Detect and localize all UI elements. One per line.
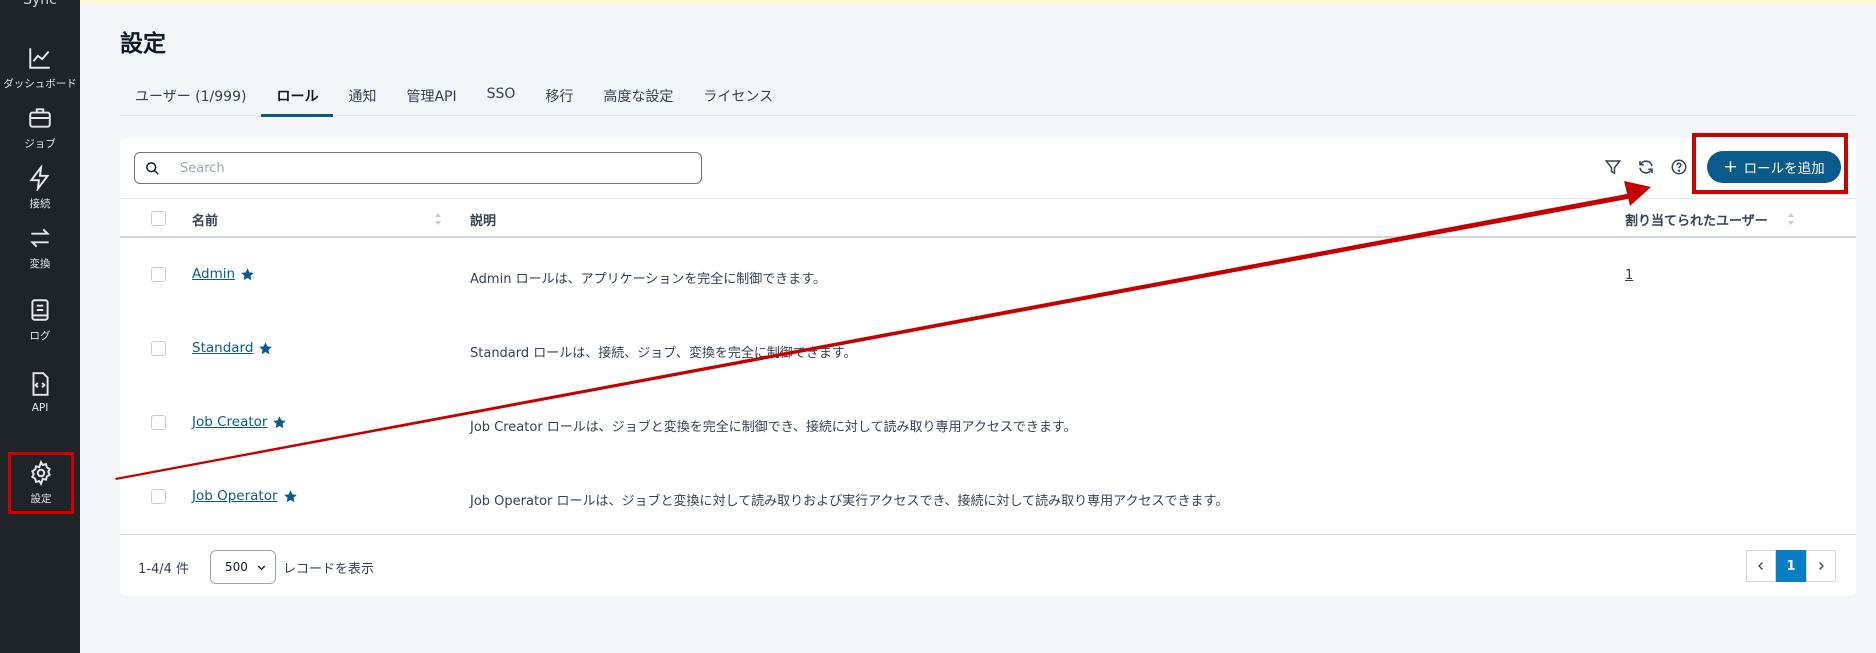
name-cell: Job Operator	[192, 488, 298, 504]
role-name-link[interactable]: Job Operator	[192, 488, 278, 504]
add-role-label: ロールを追加	[1743, 161, 1825, 177]
tab-sso[interactable]: SSO	[472, 82, 531, 116]
table-footer: 1-4/4 件 500 レコードを表示 1	[120, 534, 1856, 596]
chevron-left-icon	[1758, 562, 1763, 570]
sort-icon[interactable]	[1787, 212, 1795, 226]
table-header: 名前 説明 割り当てられたユーザー	[120, 198, 1856, 238]
settings-tabs: ユーザー (1/999) ロール 通知 管理API SSO 移行 高度な設定 ラ…	[120, 82, 1856, 117]
sidebar-item-api[interactable]: API	[0, 360, 80, 424]
sidebar-item-label: ジョブ	[24, 138, 56, 150]
filter-icon[interactable]	[1604, 158, 1622, 176]
row-checkbox[interactable]	[151, 415, 166, 430]
search-icon	[146, 161, 159, 175]
sidebar-item-label: API	[31, 401, 49, 414]
swap-arrows-icon	[30, 228, 50, 248]
prev-page-button[interactable]	[1746, 550, 1776, 582]
sidebar-item-transformations[interactable]: 変換	[0, 216, 80, 280]
column-header-name[interactable]: 名前	[192, 210, 218, 229]
role-name-link[interactable]: Standard	[192, 340, 253, 356]
name-cell: Job Creator	[192, 414, 287, 430]
sidebar-item-label: 接続	[29, 198, 51, 210]
sidebar-item-label: 設定	[30, 493, 52, 505]
role-description: Job Creator ロールは、ジョブと変換を完全に制御でき、接続に対して読み…	[470, 420, 1077, 435]
log-book-icon	[31, 299, 49, 321]
sidebar-item-jobs[interactable]: ジョブ	[0, 96, 80, 160]
row-checkbox[interactable]	[151, 267, 166, 282]
star-icon	[259, 341, 273, 354]
page-size-value: 500	[225, 560, 248, 574]
column-header-assigned-users[interactable]: 割り当てられたユーザー	[1625, 210, 1768, 229]
table-row: Job Creator Job Creator ロールは、ジョブと変換を完全に制…	[120, 386, 1856, 460]
select-all-checkbox[interactable]	[151, 211, 166, 226]
record-range: 1-4/4 件	[138, 562, 190, 577]
row-checkbox[interactable]	[151, 489, 166, 504]
tab-users[interactable]: ユーザー (1/999)	[120, 82, 261, 116]
page-title: 設定	[120, 31, 166, 57]
star-icon	[283, 489, 297, 502]
page-size-select[interactable]: 500	[210, 550, 276, 584]
sidebar-item-connections[interactable]: 接続	[0, 156, 80, 220]
next-page-button[interactable]	[1806, 550, 1836, 582]
column-header-description: 説明	[470, 214, 497, 229]
role-description: Job Operator ロールは、ジョブと変換に対して読み取りおよび実行アクセ…	[470, 494, 1229, 509]
tab-notifications[interactable]: 通知	[333, 82, 391, 116]
chart-line-icon	[29, 48, 50, 69]
page-button-current[interactable]: 1	[1776, 550, 1806, 582]
plus-icon: +	[1723, 156, 1738, 177]
lightning-icon	[29, 165, 50, 191]
name-cell: Standard	[192, 340, 273, 356]
sidebar-item-dashboard[interactable]: ダッシュボード	[0, 36, 80, 100]
add-role-button[interactable]: + ロールを追加	[1707, 151, 1841, 183]
tab-license[interactable]: ライセンス	[688, 82, 788, 116]
gear-icon	[31, 460, 51, 486]
role-description: Admin ロールは、アプリケーションを完全に制御できます。	[470, 272, 827, 287]
sidebar-item-label: ログ	[29, 330, 51, 342]
roles-card: + ロールを追加 名前 説明 割り当てられたユーザー Admin Admin ロ…	[120, 138, 1856, 596]
table-row: Standard Standard ロールは、接続、ジョブ、変換を完全に制御でき…	[120, 312, 1856, 386]
role-name-link[interactable]: Admin	[192, 266, 235, 282]
chevron-down-icon	[257, 565, 266, 571]
chevron-right-icon	[1819, 562, 1824, 570]
brand-name: Sync	[23, 0, 57, 8]
role-description: Standard ロールは、接続、ジョブ、変換を完全に制御できます。	[470, 346, 857, 361]
star-icon	[273, 415, 287, 428]
sidebar-item-logs[interactable]: ログ	[0, 288, 80, 352]
tab-advanced-settings[interactable]: 高度な設定	[588, 82, 688, 116]
tab-roles[interactable]: ロール	[261, 82, 334, 117]
code-file-icon	[32, 371, 49, 396]
role-name-link[interactable]: Job Creator	[192, 414, 267, 430]
briefcase-icon	[29, 108, 51, 128]
row-checkbox[interactable]	[151, 341, 166, 356]
top-banner-strip	[80, 0, 1876, 4]
sort-icon[interactable]	[434, 212, 442, 226]
tab-admin-api[interactable]: 管理API	[391, 82, 471, 116]
sidebar-item-label: 変換	[29, 258, 51, 270]
search-box	[134, 152, 702, 184]
search-input[interactable]	[180, 160, 660, 176]
table-row: Job Operator Job Operator ロールは、ジョブと変換に対し…	[120, 460, 1856, 534]
sidebar-item-label: ダッシュボード	[3, 78, 77, 90]
star-icon	[241, 267, 254, 280]
records-label: レコードを表示	[283, 562, 375, 577]
assigned-users-count[interactable]: 1	[1625, 268, 1633, 283]
sidebar: Sync ダッシュボード ジョブ 接続 変換 ログ API 設定	[0, 0, 80, 653]
refresh-icon[interactable]	[1637, 158, 1655, 176]
sidebar-item-settings[interactable]: 設定	[8, 452, 74, 514]
name-cell: Admin	[192, 266, 255, 282]
help-icon[interactable]	[1670, 158, 1688, 176]
tab-migration[interactable]: 移行	[530, 82, 588, 116]
table-row: Admin Admin ロールは、アプリケーションを完全に制御できます。 1	[120, 238, 1856, 312]
